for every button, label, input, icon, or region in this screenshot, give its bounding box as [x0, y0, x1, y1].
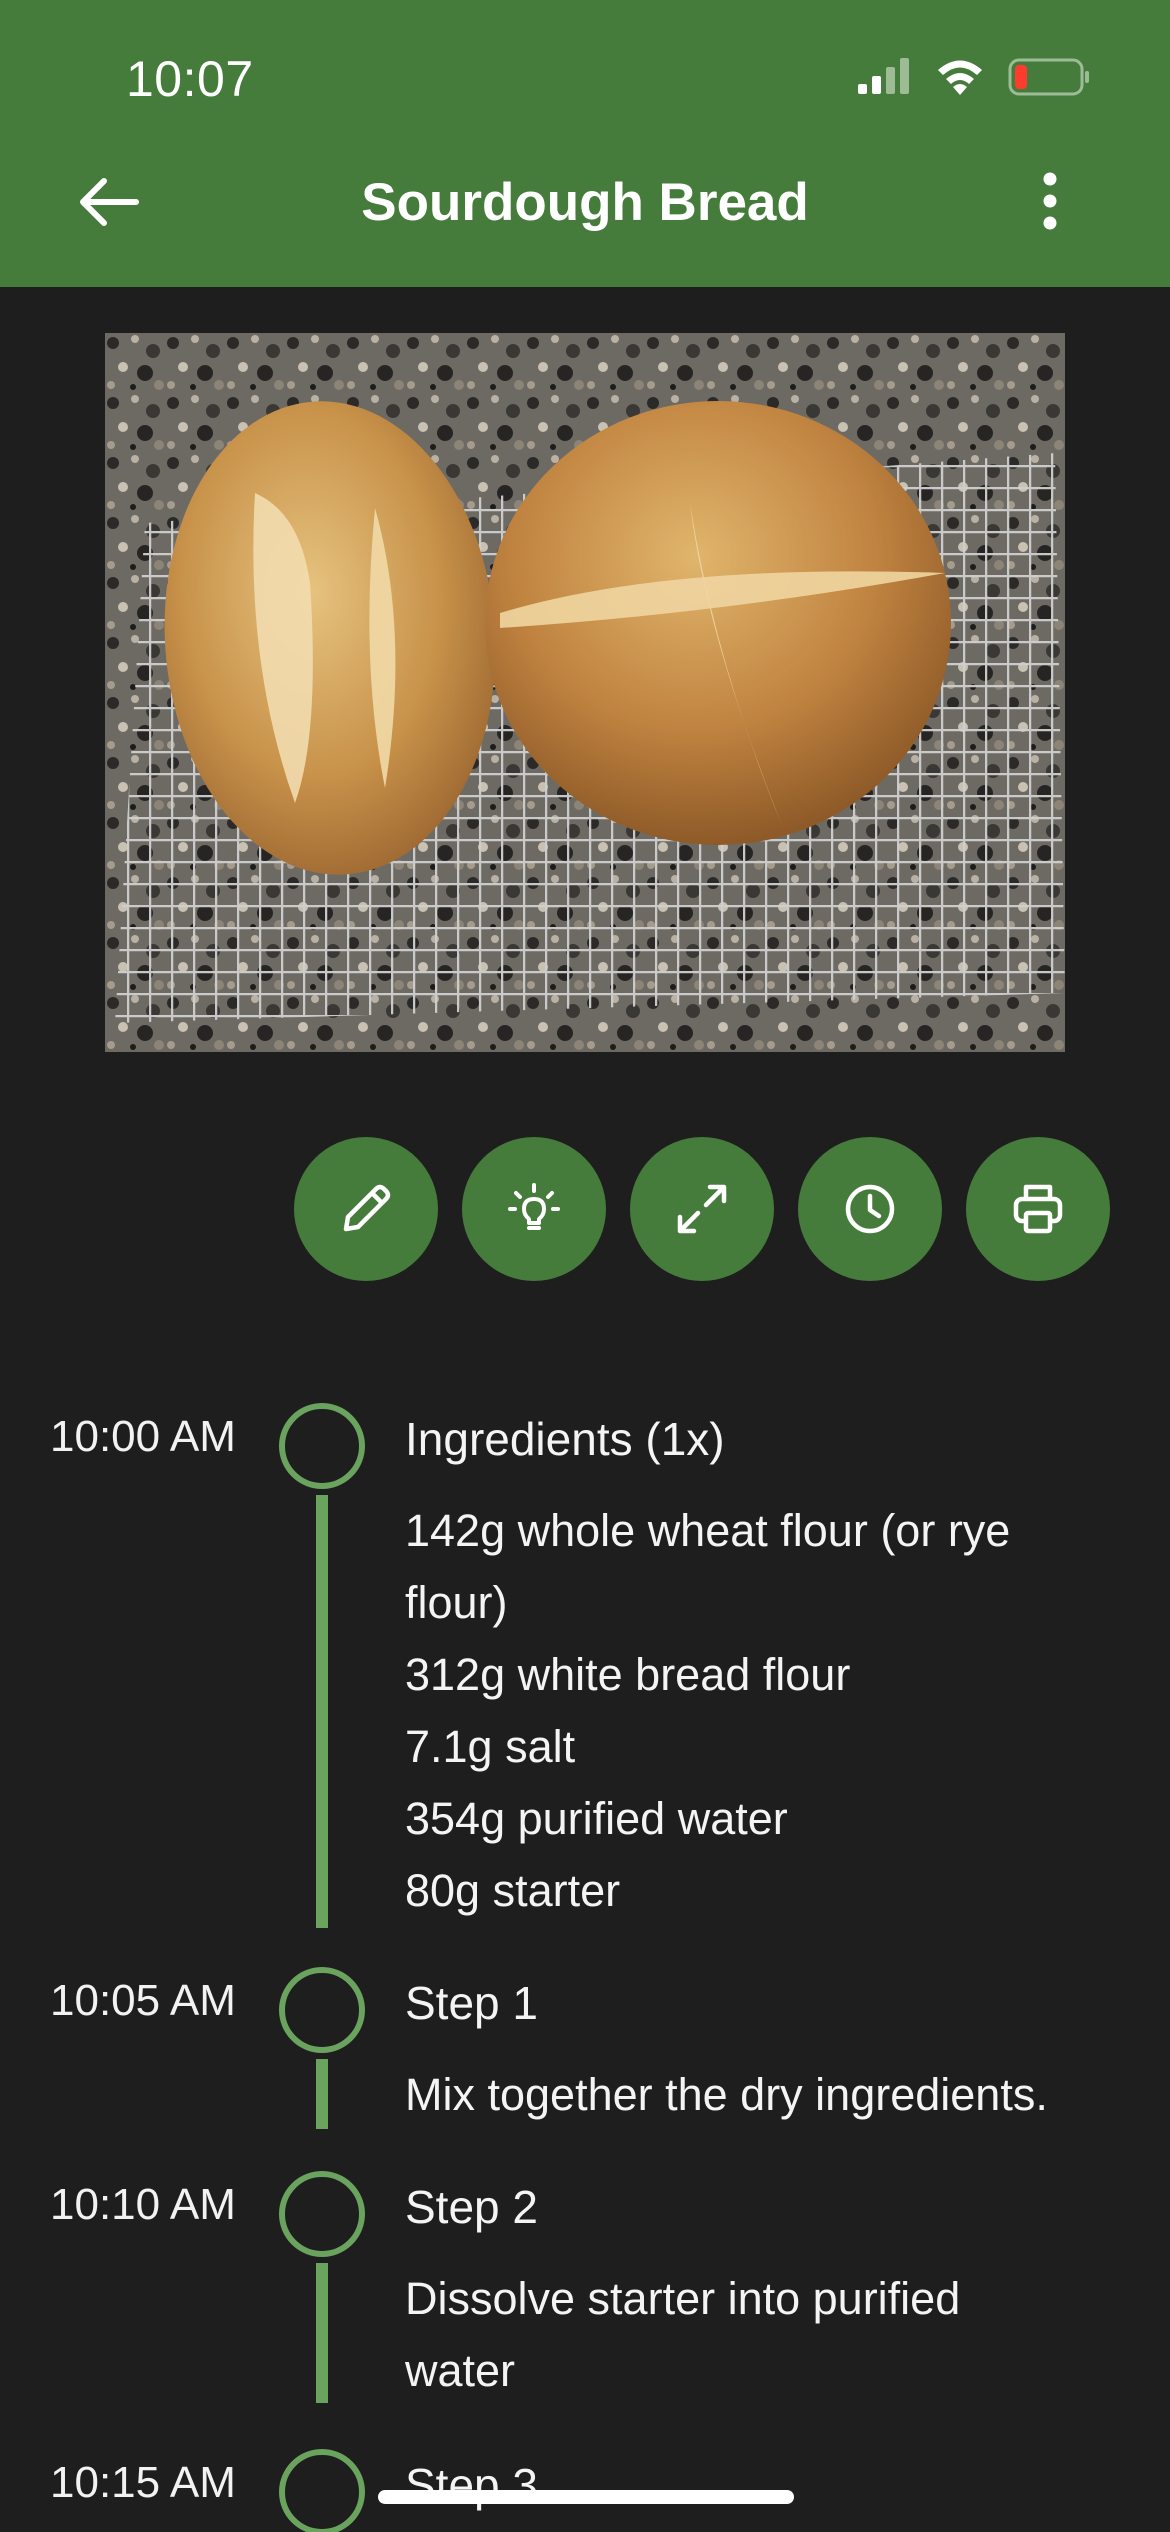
step-line: water — [405, 2345, 516, 2396]
step-line: Dissolve starter into purified — [405, 2273, 961, 2324]
app-bar: 10:07 Sourdough Bread — [0, 0, 1170, 287]
entry-heading: Step 2 — [405, 2181, 538, 2233]
expand-icon — [677, 1184, 727, 1234]
signal-icon — [858, 58, 909, 94]
step-text: Dissolve starter into purified water — [405, 2263, 960, 2407]
pencil-icon — [343, 1184, 391, 1232]
status-icons — [856, 55, 1090, 99]
timeline-entry: 10:10 AM Step 2 Dissolve starter into pu… — [0, 2168, 1170, 2418]
battery-icon — [1008, 58, 1089, 96]
ingredient-line: 354g purified water — [405, 1793, 788, 1844]
timeline-node[interactable] — [279, 2171, 365, 2257]
ingredient-line: 7.1g salt — [405, 1721, 576, 1772]
lightbulb-icon — [508, 1183, 560, 1230]
timeline-connector — [316, 2263, 328, 2403]
clock-icon — [845, 1184, 895, 1234]
entry-time: 10:00 AM — [50, 1412, 236, 1461]
timeline-node[interactable] — [279, 2449, 365, 2532]
ingredient-line: 80g starter — [405, 1865, 621, 1916]
entry-time: 10:10 AM — [50, 2180, 236, 2229]
entry-heading: Step 1 — [405, 1977, 538, 2029]
tips-button[interactable] — [462, 1137, 606, 1281]
entry-time: 10:05 AM — [50, 1976, 236, 2025]
timeline-entry: 10:00 AM Ingredients (1x) 142g whole whe… — [0, 1400, 1170, 1940]
step-line: Mix together the dry ingredients. — [405, 2069, 1048, 2120]
page-title: Sourdough Bread — [361, 173, 809, 232]
print-button[interactable] — [966, 1137, 1110, 1281]
more-vert-icon — [1043, 172, 1057, 230]
more-options-button[interactable] — [1010, 166, 1090, 236]
home-indicator[interactable] — [378, 2490, 794, 2504]
action-buttons — [294, 1137, 1110, 1281]
recipe-photo — [105, 333, 1065, 1052]
entry-heading: Ingredients (1x) — [405, 1413, 725, 1465]
ingredient-line: 312g white bread flour — [405, 1649, 851, 1700]
entry-time: 10:15 AM — [50, 2458, 236, 2507]
timeline-entry: 10:05 AM Step 1 Mix together the dry ing… — [0, 1964, 1170, 2144]
timeline-node[interactable] — [279, 1967, 365, 2053]
wifi-icon — [938, 60, 982, 95]
fullscreen-button[interactable] — [630, 1137, 774, 1281]
ingredient-line: flour) — [405, 1577, 508, 1628]
timeline-connector — [316, 2059, 328, 2129]
timeline-entry: 10:15 AM Step 3 — [0, 2446, 1170, 2532]
printer-icon — [1013, 1184, 1063, 1234]
step-text: Mix together the dry ingredients. — [405, 2059, 1048, 2131]
timer-button[interactable] — [798, 1137, 942, 1281]
status-time: 10:07 — [126, 51, 254, 107]
ingredient-list: 142g whole wheat flour (or rye flour) 31… — [405, 1495, 1010, 1927]
ingredient-line: 142g whole wheat flour (or rye — [405, 1505, 1011, 1556]
edit-button[interactable] — [294, 1137, 438, 1281]
timeline-node[interactable] — [279, 1403, 365, 1489]
timeline-connector — [316, 1495, 328, 1928]
